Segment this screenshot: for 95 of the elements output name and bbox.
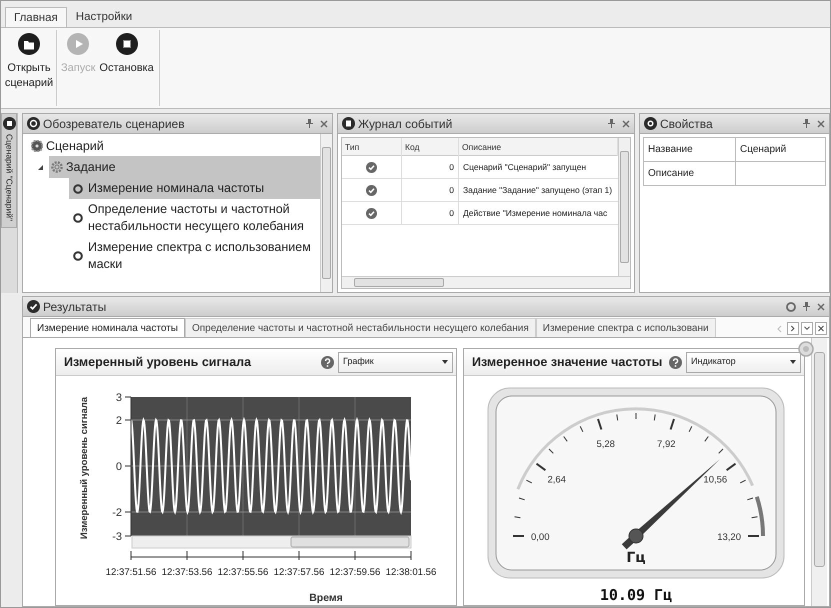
check-circle-icon	[27, 300, 40, 313]
property-name: Описание	[648, 167, 694, 181]
ribbon-tab[interactable]: Настройки	[66, 7, 142, 27]
check-circle-icon	[366, 162, 377, 172]
ribbon-tab[interactable]: Главная	[5, 7, 67, 27]
tree-item[interactable]: Измерение номинала частоты	[69, 178, 320, 199]
result-tab[interactable]: Определение частоты и частотной нестабильности несущего колебания	[184, 318, 536, 337]
close-icon[interactable]	[622, 120, 630, 128]
circle-icon	[73, 184, 83, 194]
ribbon-button[interactable]: Остановка	[97, 28, 156, 108]
scroll-thumb[interactable]	[620, 151, 629, 263]
gauge-scale-label: 0,00	[531, 532, 550, 543]
gauge-scale-label: 10,56	[703, 474, 728, 486]
result-tab[interactable]: Измерение спектра с использовани	[536, 318, 716, 337]
pin-icon[interactable]	[608, 119, 615, 128]
collapse-triangle-icon[interactable]	[37, 164, 44, 170]
card-title: Измеренное значение частоты	[472, 354, 662, 371]
gauge-scale-label: 5,28	[596, 438, 615, 450]
stop-icon	[116, 33, 138, 55]
table-cell: Сценарий "Сценарий" запущен	[463, 162, 586, 172]
x-tick-label: 12:37:55.56	[218, 567, 268, 578]
eye-icon	[27, 117, 40, 130]
x-tick-label: 12:38:01.56	[386, 567, 436, 578]
result-tab[interactable]: Измерение номинала частоты	[30, 318, 185, 337]
folder-icon	[18, 33, 40, 55]
pin-icon[interactable]	[803, 119, 810, 128]
panel-title: Обозреватель сценариев	[43, 116, 185, 132]
property-value: Сценарий	[740, 144, 786, 155]
dropdown-icon	[442, 360, 448, 364]
close-icon[interactable]	[320, 120, 328, 128]
scrollbar[interactable]	[320, 134, 332, 292]
tree-item[interactable]: Измерение спектра с использованием маски	[69, 237, 320, 275]
scrollbar[interactable]	[811, 338, 827, 606]
gear-icon	[51, 161, 63, 173]
y-tick-label: 3	[116, 392, 122, 404]
scrollbar[interactable]	[618, 138, 630, 276]
table-cell: 0	[449, 160, 454, 174]
chart-scrollbar[interactable]	[132, 536, 412, 548]
y-axis-title: Измеренный уровень сигнала	[79, 396, 90, 540]
close-icon[interactable]	[817, 120, 825, 128]
close-icon[interactable]	[815, 322, 827, 335]
gauge-reading: 10.09 Гц	[600, 586, 672, 604]
table-cell: 0	[449, 184, 454, 196]
gauge-scale-label: 2,64	[547, 474, 566, 486]
tree-item[interactable]: Определение частоты и частотной нестабильности несущего колебания	[69, 199, 320, 237]
y-tick-label: -3	[112, 531, 122, 543]
gauge-scale-label: 7,92	[657, 438, 676, 450]
help-icon[interactable]	[321, 356, 334, 368]
play-icon	[67, 33, 90, 55]
x-tick-label: 12:37:51.56	[106, 567, 156, 578]
scroll-thumb[interactable]	[322, 147, 331, 279]
column-header[interactable]: Тип	[342, 138, 402, 156]
ribbon-button[interactable]: Открыть сценарий	[4, 28, 54, 108]
gear-icon	[31, 140, 43, 152]
scenario-icon	[2, 117, 16, 130]
panel-title: Свойства	[660, 116, 713, 132]
dropdown-icon	[790, 360, 796, 364]
dropdown-icon[interactable]	[801, 322, 813, 335]
scroll-thumb[interactable]	[814, 352, 825, 567]
y-tick-label: 0	[116, 461, 122, 473]
scroll-right-icon[interactable]	[787, 322, 799, 335]
help-icon[interactable]	[669, 356, 682, 368]
check-circle-icon	[366, 208, 377, 218]
card-title: Измеренный уровень сигнала	[64, 354, 252, 371]
circle-icon	[73, 213, 83, 223]
view-dropdown[interactable]: Индикатор	[686, 352, 801, 372]
tree-item[interactable]: Задание	[49, 156, 320, 178]
scroll-thumb[interactable]	[354, 278, 444, 287]
gauge-zone	[754, 496, 765, 536]
pin-icon[interactable]	[803, 302, 810, 311]
x-tick-label: 12:37:57.56	[274, 567, 324, 578]
panel-title: Результаты	[43, 298, 106, 316]
column-header[interactable]: Код	[402, 138, 459, 156]
view-dropdown[interactable]: График	[338, 352, 453, 372]
x-tick-label: 12:37:59.56	[330, 567, 380, 578]
side-tab[interactable]: Сценарий "Сценарий"	[1, 113, 17, 228]
property-name: Название	[648, 143, 693, 157]
y-tick-label: -2	[112, 507, 122, 519]
table-cell: Действие "Измерение номинала час	[463, 208, 608, 218]
table-cell: 0	[449, 206, 454, 220]
pin-icon[interactable]	[306, 119, 313, 128]
check-circle-icon	[366, 184, 377, 196]
circle-icon	[73, 251, 83, 261]
y-tick-label: 2	[116, 415, 122, 427]
table-cell: Задание "Задание" запущено (этап 1)	[463, 184, 612, 195]
scrollbar[interactable]	[342, 276, 630, 288]
gauge-unit: Гц	[626, 550, 646, 566]
tree-item[interactable]: Сценарий	[29, 136, 106, 156]
x-axis-title: Время	[309, 592, 343, 604]
panel-title: Журнал событий	[358, 116, 452, 132]
target-icon	[644, 117, 657, 130]
gauge-scale-label: 13,20	[717, 532, 741, 543]
close-icon[interactable]	[817, 302, 825, 310]
log-icon	[342, 117, 355, 130]
x-tick-label: 12:37:53.56	[162, 567, 212, 578]
